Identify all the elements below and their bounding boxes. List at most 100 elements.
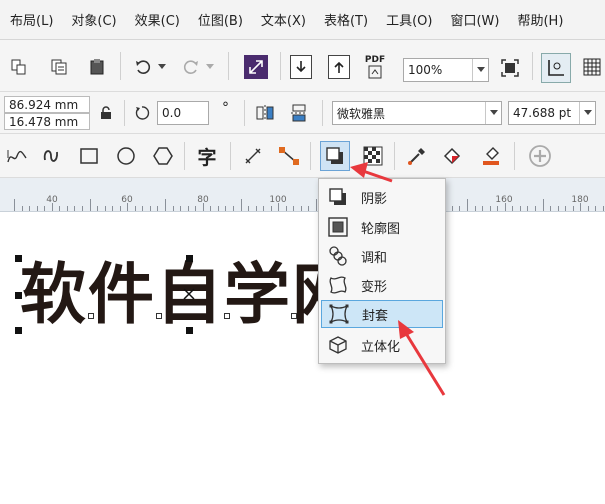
- toolbar-separator: [230, 142, 231, 170]
- ruler-tick: [157, 206, 159, 211]
- mirror-vertical-icon[interactable]: [288, 102, 310, 124]
- redo-dropdown-icon[interactable]: [205, 60, 215, 74]
- eyedropper-tool-icon[interactable]: [404, 143, 430, 169]
- toolbar-separator: [310, 142, 311, 170]
- ruler-label-40: 40: [46, 195, 58, 205]
- menu-help[interactable]: 帮助(H): [517, 10, 563, 29]
- publish-pdf-icon[interactable]: PDF: [362, 52, 388, 82]
- flyout-item-blend[interactable]: 调和: [321, 242, 443, 270]
- dimension-tool-icon[interactable]: [240, 144, 266, 168]
- menu-tools[interactable]: 工具(O): [386, 10, 432, 29]
- rotation-angle-value: 0.0: [162, 106, 182, 120]
- ellipse-tool-icon[interactable]: [113, 144, 139, 168]
- ruler-tick: [459, 206, 461, 211]
- ruler-tick: [119, 206, 121, 211]
- object-height-value: 16.478 mm: [9, 114, 79, 129]
- polygon-tool-icon[interactable]: [150, 144, 176, 168]
- standard-toolbar: PDF 100%: [0, 40, 605, 92]
- toolbox: 字: [0, 134, 605, 178]
- flyout-item-distort[interactable]: 变形: [321, 271, 443, 299]
- ruler-tick: [172, 206, 174, 211]
- menu-bar: 布局(L) 对象(C) 效果(C) 位图(B) 文本(X) 表格(T) 工具(O…: [0, 0, 605, 40]
- smart-fill-tool-icon[interactable]: [478, 143, 504, 169]
- lock-ratio-icon[interactable]: [98, 104, 114, 122]
- ruler-tick: [112, 206, 114, 211]
- interactive-fill-tool-icon[interactable]: [440, 143, 466, 169]
- paste-icon[interactable]: [86, 56, 108, 78]
- flyout-item-drop-shadow[interactable]: 阴影: [321, 183, 443, 211]
- text-tool-icon[interactable]: 字: [194, 143, 220, 169]
- chevron-down-icon[interactable]: [579, 102, 595, 124]
- text-node[interactable]: [291, 313, 297, 319]
- menu-table[interactable]: 表格(T): [324, 10, 368, 29]
- ruler-tick: [149, 206, 151, 211]
- ruler-tick: [240, 199, 242, 211]
- ruler-tick: [534, 206, 536, 211]
- menu-object[interactable]: 对象(C): [71, 10, 116, 29]
- selection-handle[interactable]: [186, 255, 193, 262]
- contour-icon: [325, 216, 351, 238]
- connector-tool-icon[interactable]: [276, 144, 302, 168]
- flyout-item-extrude[interactable]: 立体化: [321, 331, 443, 359]
- rectangle-tool-icon[interactable]: [76, 144, 102, 168]
- effects-flyout-menu: 阴影 轮廓图 调和 变形 封套 立体化: [318, 178, 446, 364]
- show-grid-icon[interactable]: [580, 55, 604, 79]
- object-width-value: 86.924 mm: [9, 97, 79, 112]
- selection-handle[interactable]: [15, 255, 22, 262]
- ruler-tick: [142, 206, 144, 211]
- font-family-select[interactable]: 微软雅黑: [332, 101, 502, 125]
- menu-text[interactable]: 文本(X): [261, 10, 306, 29]
- ruler-tick: [565, 206, 567, 211]
- ruler-tick: [557, 206, 559, 211]
- undo-icon[interactable]: [132, 56, 154, 78]
- flyout-item-envelope[interactable]: 封套: [321, 300, 443, 328]
- copy-icon[interactable]: [8, 56, 30, 78]
- toolbar-separator: [322, 100, 323, 126]
- selection-handle[interactable]: [15, 292, 22, 299]
- chevron-down-icon[interactable]: [485, 102, 501, 124]
- flyout-item-contour[interactable]: 轮廓图: [321, 213, 443, 241]
- text-node[interactable]: [88, 313, 94, 319]
- freehand-tool-icon[interactable]: [4, 144, 30, 168]
- corel-connect-icon[interactable]: [244, 55, 268, 79]
- toolbar-separator: [514, 142, 515, 170]
- font-size-select[interactable]: 47.688 pt: [508, 101, 596, 125]
- artistic-text-object[interactable]: 软件自学网: [20, 250, 320, 340]
- ruler-tick: [187, 206, 189, 211]
- artistic-media-tool-icon[interactable]: [38, 144, 64, 168]
- ruler-tick: [248, 206, 250, 211]
- import-icon[interactable]: [290, 55, 312, 79]
- undo-dropdown-icon[interactable]: [157, 60, 167, 74]
- selection-handle[interactable]: [15, 327, 22, 334]
- show-rulers-icon[interactable]: [541, 53, 571, 83]
- redo-icon[interactable]: [180, 56, 202, 78]
- ruler-tick: [195, 206, 197, 211]
- transparency-tool-icon[interactable]: [360, 143, 386, 169]
- selection-handle[interactable]: [186, 327, 193, 334]
- menu-window[interactable]: 窗口(W): [450, 10, 499, 29]
- object-width-field[interactable]: 86.924 mm: [4, 96, 90, 113]
- add-tool-icon[interactable]: [526, 142, 554, 170]
- drawing-canvas[interactable]: 软件自学网: [0, 212, 605, 504]
- ruler-tick: [300, 206, 302, 211]
- ruler-tick: [512, 206, 514, 211]
- copy-properties-icon[interactable]: [48, 56, 70, 78]
- text-node[interactable]: [156, 313, 162, 319]
- rotation-angle-field[interactable]: 0.0: [157, 101, 209, 125]
- ruler-tick: [217, 206, 219, 211]
- mirror-horizontal-icon[interactable]: [254, 102, 276, 124]
- ruler-tick: [225, 206, 227, 211]
- export-icon[interactable]: [328, 55, 350, 79]
- menu-bitmaps[interactable]: 位图(B): [198, 10, 243, 29]
- ruler-tick: [527, 206, 529, 211]
- ruler-tick: [29, 206, 31, 211]
- text-node[interactable]: [224, 313, 230, 319]
- ruler-tick: [602, 206, 604, 211]
- drop-shadow-tool-icon[interactable]: [320, 141, 350, 171]
- menu-effects[interactable]: 效果(C): [135, 10, 180, 29]
- object-height-field[interactable]: 16.478 mm: [4, 113, 90, 130]
- chevron-down-icon[interactable]: [472, 59, 488, 81]
- menu-layout[interactable]: 布局(L): [10, 10, 53, 29]
- full-screen-icon[interactable]: [498, 56, 522, 80]
- zoom-level-select[interactable]: 100%: [403, 58, 489, 82]
